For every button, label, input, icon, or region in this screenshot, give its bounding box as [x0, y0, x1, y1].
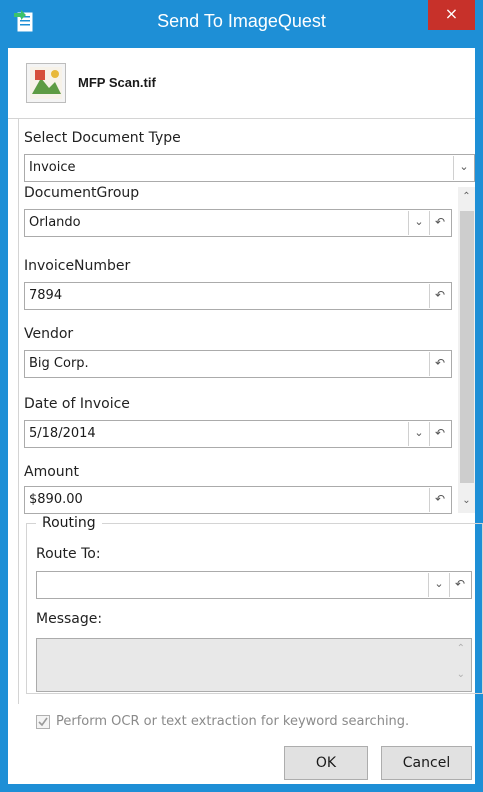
- field-label-document-group: DocumentGroup: [24, 185, 140, 201]
- file-header: MFP Scan.tif: [8, 48, 475, 119]
- chevron-down-icon[interactable]: ⌄: [408, 422, 429, 446]
- route-to-label: Route To:: [36, 546, 101, 562]
- undo-icon[interactable]: ↶: [429, 488, 450, 512]
- send-document-icon: [14, 10, 33, 32]
- document-type-value: Invoice: [29, 160, 76, 175]
- amount-value: $890.00: [29, 492, 83, 507]
- ocr-label: Perform OCR or text extraction for keywo…: [56, 714, 410, 729]
- undo-icon[interactable]: ↶: [429, 284, 450, 308]
- document-type-label: Select Document Type: [24, 130, 181, 146]
- document-group-value: Orlando: [29, 215, 81, 230]
- route-to-select[interactable]: ⌄ ↶: [36, 571, 472, 599]
- window-title: Send To ImageQuest: [157, 11, 326, 31]
- chevron-down-icon[interactable]: ⌄: [458, 492, 475, 510]
- field-label-invoice-number: InvoiceNumber: [24, 258, 131, 274]
- file-name: MFP Scan.tif: [78, 75, 156, 90]
- invoice-number-input[interactable]: 7894 ↶: [24, 282, 452, 310]
- vendor-input[interactable]: Big Corp. ↶: [24, 350, 452, 378]
- scrollbar-thumb[interactable]: [460, 211, 474, 483]
- chevron-up-icon[interactable]: ⌃: [457, 643, 465, 654]
- field-label-vendor: Vendor: [24, 326, 74, 342]
- message-textarea[interactable]: ⌃ ⌄: [36, 638, 472, 692]
- check-icon: [38, 717, 48, 727]
- undo-icon[interactable]: ↶: [429, 422, 450, 446]
- field-label-amount: Amount: [24, 464, 80, 480]
- title-bar: Send To ImageQuest ×: [0, 0, 483, 48]
- document-image-icon: [26, 63, 66, 103]
- ocr-checkbox[interactable]: [36, 715, 50, 729]
- invoice-number-value: 7894: [29, 288, 63, 303]
- message-label: Message:: [36, 611, 103, 627]
- chevron-down-icon[interactable]: ⌄: [428, 573, 449, 597]
- document-group-input[interactable]: Orlando ⌄ ↶: [24, 209, 452, 237]
- close-icon: ×: [444, 4, 459, 23]
- undo-icon[interactable]: ↶: [429, 211, 450, 235]
- document-type-select[interactable]: Invoice ⌄: [24, 154, 475, 182]
- chevron-up-icon[interactable]: ⌃: [458, 188, 475, 206]
- routing-legend: Routing: [36, 515, 102, 531]
- close-button[interactable]: ×: [428, 0, 475, 30]
- date-of-invoice-value: 5/18/2014: [29, 426, 96, 441]
- ok-button[interactable]: OK: [284, 746, 368, 780]
- vendor-value: Big Corp.: [29, 356, 89, 371]
- date-of-invoice-input[interactable]: 5/18/2014 ⌄ ↶: [24, 420, 452, 448]
- amount-input[interactable]: $890.00 ↶: [24, 486, 452, 514]
- cancel-button[interactable]: Cancel: [381, 746, 472, 780]
- undo-icon[interactable]: ↶: [429, 352, 450, 376]
- chevron-down-icon[interactable]: ⌄: [457, 669, 465, 680]
- undo-icon[interactable]: ↶: [449, 573, 470, 597]
- chevron-down-icon[interactable]: ⌄: [408, 211, 429, 235]
- chevron-down-icon[interactable]: ⌄: [453, 156, 474, 180]
- field-label-date-of-invoice: Date of Invoice: [24, 396, 130, 412]
